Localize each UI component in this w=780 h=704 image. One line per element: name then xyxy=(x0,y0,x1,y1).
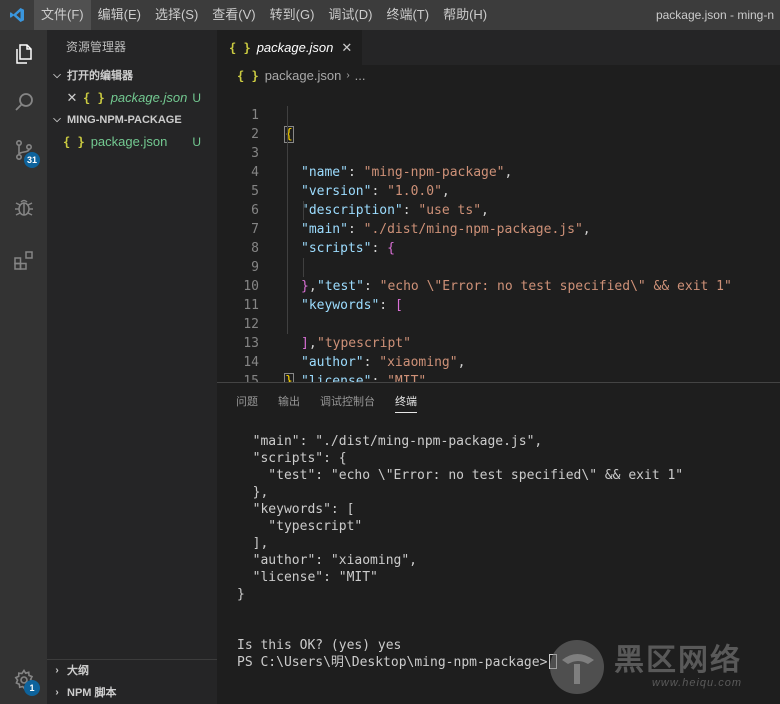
code-line: 11 ], xyxy=(217,277,780,351)
terminal-prompt: PS C:\Users\明\Desktop\ming-npm-package> xyxy=(237,655,548,670)
scm-badge: 31 xyxy=(24,152,40,168)
code-line: 5 "main": "./dist/ming-npm-package.js", xyxy=(217,163,780,237)
watermark: 黑区网络 www.heiqu.com xyxy=(548,636,778,698)
chevron-down-icon: ⌵ xyxy=(53,114,61,125)
npm-scripts-label: NPM 脚本 xyxy=(67,687,117,699)
code-line: 2 "name": "ming-npm-package", xyxy=(217,106,780,180)
tab-problems[interactable]: 问题 xyxy=(236,383,268,419)
json-file-icon: { } xyxy=(229,40,251,55)
code-line: 12 "author": "xiaoming", xyxy=(217,296,780,370)
untracked-status-badge: U xyxy=(192,135,201,149)
project-section[interactable]: ⌵ MING-NPM-PACKAGE xyxy=(47,109,217,131)
terminal-line: "test": "echo \"Error: no test specified… xyxy=(237,468,684,483)
extensions-icon[interactable] xyxy=(0,236,47,284)
tab-close-icon[interactable]: ✕ xyxy=(341,40,352,56)
open-editors-section[interactable]: ⌵ 打开的编辑器 xyxy=(47,65,217,87)
code-line: 7 "test": "echo \"Error: no test specifi… xyxy=(217,201,780,294)
editor-tab-package-json[interactable]: { } package.json ✕ xyxy=(217,30,363,65)
menu-help[interactable]: 帮助(H) xyxy=(436,0,494,30)
explorer-icon[interactable] xyxy=(0,30,47,78)
watermark-logo-icon xyxy=(550,640,604,694)
project-filename: package.json xyxy=(90,134,168,149)
editor-area: { } package.json ✕ { } package.json › ..… xyxy=(217,30,780,390)
code-editor[interactable]: 1 { 2 "name": "ming-npm-package", 3 "ver… xyxy=(217,87,780,390)
menu-selection[interactable]: 选择(S) xyxy=(148,0,205,30)
breadcrumb-rest[interactable]: ... xyxy=(355,65,366,87)
open-editors-label: 打开的编辑器 xyxy=(67,70,133,82)
code-line: 14 } xyxy=(217,334,780,390)
window-title: package.json - ming-n xyxy=(655,8,774,22)
tab-debug-console[interactable]: 调试控制台 xyxy=(310,383,385,419)
settings-badge: 1 xyxy=(24,680,40,696)
activity-bar: 31 1 xyxy=(0,30,47,704)
search-icon[interactable] xyxy=(0,78,47,126)
breadcrumb-file[interactable]: package.json xyxy=(265,65,342,87)
menu-go[interactable]: 转到(G) xyxy=(263,0,322,30)
breadcrumb: { } package.json › ... xyxy=(217,65,780,87)
tab-label: package.json xyxy=(256,40,334,55)
sidebar-title: 资源管理器 xyxy=(66,40,127,54)
code-line: 8 }, xyxy=(217,220,780,294)
menu-view[interactable]: 查看(V) xyxy=(205,0,262,30)
menu-bar: 文件(F) 编辑(E) 选择(S) 查看(V) 转到(G) 调试(D) 终端(T… xyxy=(34,0,494,30)
open-editor-filename: package.json xyxy=(110,90,188,105)
json-file-icon: { } xyxy=(63,135,85,149)
vscode-logo-icon xyxy=(0,0,34,30)
chevron-down-icon: ⌵ xyxy=(53,70,61,81)
code-line: 3 "version": "1.0.0", xyxy=(217,125,780,199)
terminal-line: "keywords": [ xyxy=(237,502,355,517)
menu-edit[interactable]: 编辑(E) xyxy=(91,0,148,30)
npm-scripts-section[interactable]: › NPM 脚本 xyxy=(47,682,217,704)
json-file-icon: { } xyxy=(237,69,259,83)
terminal-line: } xyxy=(237,587,245,602)
menu-file[interactable]: 文件(F) xyxy=(34,0,91,30)
breadcrumb-chevron-icon: › xyxy=(346,70,350,81)
terminal-line: "main": "./dist/ming-npm-package.js", xyxy=(237,434,543,449)
terminal-line: "scripts": { xyxy=(237,451,347,466)
json-file-icon: { } xyxy=(83,91,105,105)
outline-label: 大纲 xyxy=(67,665,89,677)
sidebar-bottom-sections: › 大纲 › NPM 脚本 xyxy=(47,659,217,704)
watermark-text: 黑区网络 xyxy=(614,643,742,678)
watermark-url: www.heiqu.com xyxy=(651,677,742,689)
explorer-sidebar: 资源管理器 ⌵ 打开的编辑器 ✕ { } package.json U ⌵ MI… xyxy=(47,30,217,704)
editor-tab-bar: { } package.json ✕ xyxy=(217,30,780,65)
close-icon[interactable]: ✕ xyxy=(65,87,79,109)
terminal-line: "author": "xiaoming", xyxy=(237,553,418,568)
tab-terminal[interactable]: 终端 xyxy=(385,383,427,419)
project-file-item[interactable]: { } package.json U xyxy=(47,131,217,153)
code-line: 4 "description": "use ts", xyxy=(217,144,780,218)
source-control-icon[interactable]: 31 xyxy=(0,126,47,174)
title-bar: 文件(F) 编辑(E) 选择(S) 查看(V) 转到(G) 调试(D) 终端(T… xyxy=(0,0,780,30)
open-editor-item[interactable]: ✕ { } package.json U xyxy=(47,87,217,109)
untracked-status-badge: U xyxy=(192,91,201,105)
terminal-line: ], xyxy=(237,536,269,551)
code-line: 13 "license": "MIT" xyxy=(217,315,780,389)
chevron-right-icon: › xyxy=(55,665,59,676)
terminal-line: }, xyxy=(237,485,269,500)
tab-output[interactable]: 输出 xyxy=(268,383,310,419)
panel-tab-bar: 问题 输出 调试控制台 终端 xyxy=(217,383,780,419)
menu-terminal[interactable]: 终端(T) xyxy=(379,0,436,30)
terminal-line: "typescript" xyxy=(237,519,363,534)
terminal-line: "license": "MIT" xyxy=(237,570,378,585)
settings-gear-icon[interactable]: 1 xyxy=(0,656,47,704)
chevron-right-icon: › xyxy=(55,687,59,698)
code-line: 15 xyxy=(217,353,780,389)
code-line: 9 "keywords": [ xyxy=(217,239,780,313)
menu-debug[interactable]: 调试(D) xyxy=(321,0,379,30)
code-line: 10 "typescript" xyxy=(217,258,780,351)
code-line: 6 "scripts": { xyxy=(217,182,780,256)
code-line: 1 { xyxy=(217,87,780,143)
debug-icon[interactable] xyxy=(0,184,47,232)
outline-section[interactable]: › 大纲 xyxy=(47,660,217,682)
project-label: MING-NPM-PACKAGE xyxy=(67,114,182,126)
